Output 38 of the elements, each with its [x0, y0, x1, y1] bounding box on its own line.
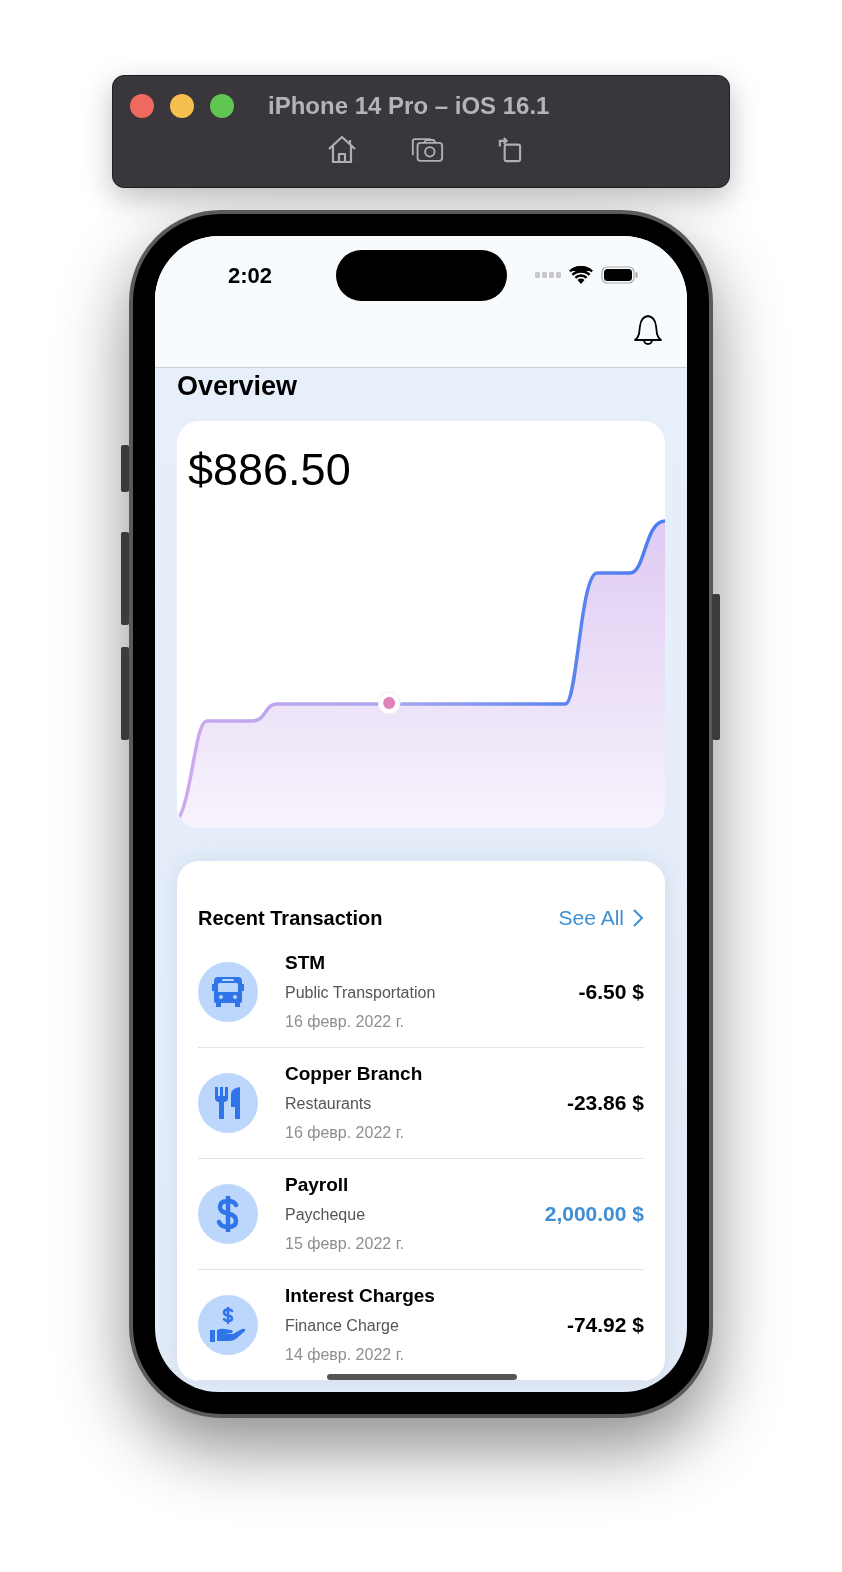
transaction-row[interactable]: Copper Branch Restaurants 16 февр. 2022 г. -23.86 $ [198, 1048, 644, 1159]
transaction-row[interactable]: STM Public Transportation 16 февр. 2022 г. -6.50 $ [198, 937, 644, 1048]
transaction-amount: -74.92 $ [566, 1313, 644, 1337]
transaction-name: STM [285, 951, 327, 975]
transaction-category: Finance Charge [285, 1316, 400, 1336]
transaction-category: Public Transportation [285, 983, 437, 1003]
status-time: 2:02 [228, 262, 273, 289]
page-title: Overview [177, 371, 299, 401]
wifi-icon [569, 266, 593, 284]
transaction-category: Restaurants [285, 1094, 373, 1114]
see-all-link[interactable]: See All [558, 906, 644, 930]
camera-icon[interactable] [409, 135, 444, 163]
battery-icon [601, 266, 639, 284]
bus-icon [212, 975, 244, 1009]
transaction-name: Interest Charges [285, 1284, 436, 1308]
transaction-date: 15 февр. 2022 г. [285, 1234, 405, 1254]
transaction-name: Copper Branch [285, 1062, 424, 1086]
signal-icon [535, 272, 561, 278]
hand-coin-icon [209, 1307, 247, 1343]
bell-icon[interactable] [633, 314, 663, 346]
transaction-row[interactable]: Payroll Paycheque 15 февр. 2022 г. 2,000.00 $ [198, 1159, 644, 1270]
minimize-button[interactable] [170, 94, 194, 118]
transaction-amount: 2,000.00 $ [544, 1202, 644, 1226]
transaction-date: 16 февр. 2022 г. [285, 1123, 405, 1143]
zoom-button[interactable] [210, 94, 234, 118]
transaction-date: 16 февр. 2022 г. [285, 1012, 405, 1032]
transaction-amount: -23.86 $ [566, 1091, 644, 1115]
fork-knife-icon [214, 1086, 242, 1120]
dollar-icon [216, 1196, 240, 1232]
transaction-amount: -6.50 $ [578, 980, 644, 1004]
transaction-category: Paycheque [285, 1205, 367, 1225]
balance-amount: $886.50 [188, 444, 351, 496]
transaction-date: 14 февр. 2022 г. [285, 1345, 405, 1365]
window-title: iPhone 14 Pro – iOS 16.1 [268, 92, 550, 120]
chevron-icon [632, 908, 644, 928]
section-title: Recent Transaction [198, 906, 383, 930]
transaction-name: Payroll [285, 1173, 350, 1197]
close-button[interactable] [130, 94, 154, 118]
